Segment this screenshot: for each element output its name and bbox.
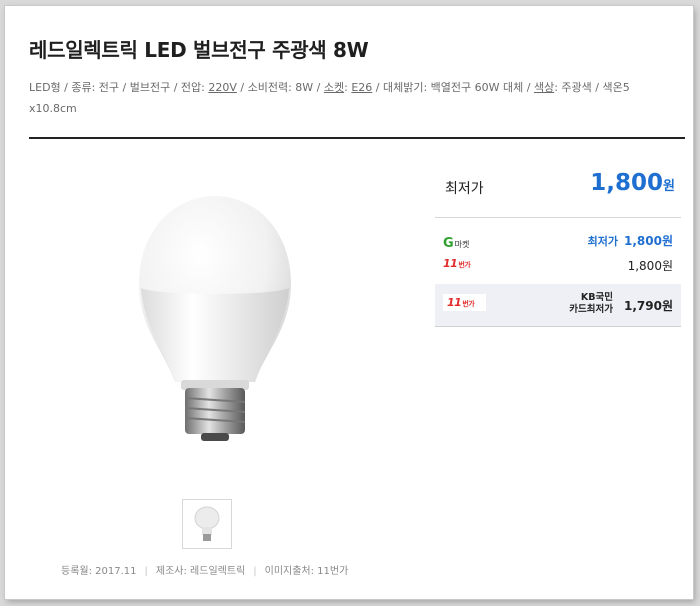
meta-registered: 등록월: 2017.11 — [61, 566, 137, 577]
bulb-image — [139, 196, 291, 441]
offer-price: 1,800원 — [627, 259, 673, 273]
card-discount-label: KB국민 카드최저가 — [569, 292, 613, 315]
product-meta: 등록월: 2017.11 | 제조사: 레드일렉트릭 | 이미지출처: 11번가 — [61, 562, 348, 577]
gmarket-logo: G마켓 — [443, 236, 470, 251]
offer-price: 최저가 1,800원 — [587, 234, 673, 248]
lowest-price-currency: 원 — [663, 179, 675, 194]
product-specs: LED형 / 종류: 전구 / 벌브전구 / 전압: 220V / 소비전력: … — [29, 77, 679, 119]
offer-row-11st[interactable]: 11번가 1,800원 — [435, 251, 681, 276]
spec-text: / 소비전력: 8W / — [236, 81, 324, 94]
price-box: 최저가 1,800원 G마켓 최저가 1,800원 11번가 1,800원 11번… — [435, 157, 681, 327]
product-card: 레드일렉트릭 LED 벌브전구 주광색 8W LED형 / 종류: 전구 / 벌… — [5, 6, 693, 599]
product-title: 레드일렉트릭 LED 벌브전구 주광색 8W — [29, 38, 369, 62]
spec-text: LED형 / 종류: 전구 / 벌브전구 / 전압: — [29, 81, 209, 94]
offer-row-11st-kb-card[interactable]: 11번가 KB국민 카드최저가 1,790원 — [435, 284, 681, 327]
spec-text: / 대체밝기: 백열전구 60W 대체 / — [372, 81, 534, 94]
lowest-price-label: 최저가 — [445, 181, 484, 197]
lowest-price-row: 최저가 1,800원 — [435, 157, 681, 218]
product-image[interactable] — [29, 156, 415, 496]
bulb-thumbnail-icon — [194, 506, 220, 541]
11st-logo: 11번가 — [443, 294, 487, 311]
spec-link-socket[interactable]: 소켓 — [324, 81, 344, 94]
spec-link-voltage[interactable]: 220V — [208, 81, 237, 94]
meta-divider: | — [253, 566, 257, 577]
11st-logo: 11번가 — [443, 257, 471, 270]
spec-link-e26[interactable]: E26 — [351, 81, 372, 94]
offer-row-gmarket[interactable]: G마켓 최저가 1,800원 — [435, 226, 681, 251]
divider — [29, 137, 685, 139]
lowest-price-value: 1,800원 — [590, 170, 675, 196]
lowest-price-number: 1,800 — [590, 170, 664, 196]
meta-maker: 제조사: 레드일렉트릭 — [155, 566, 246, 577]
thumbnail-1[interactable] — [182, 499, 232, 549]
meta-divider: | — [144, 566, 148, 577]
offer-price: 1,790원 — [624, 299, 673, 313]
spec-link-color[interactable]: 색상 — [534, 81, 554, 94]
meta-image-source: 이미지출처: 11번가 — [264, 566, 349, 577]
lowest-tag: 최저가 — [587, 235, 618, 248]
